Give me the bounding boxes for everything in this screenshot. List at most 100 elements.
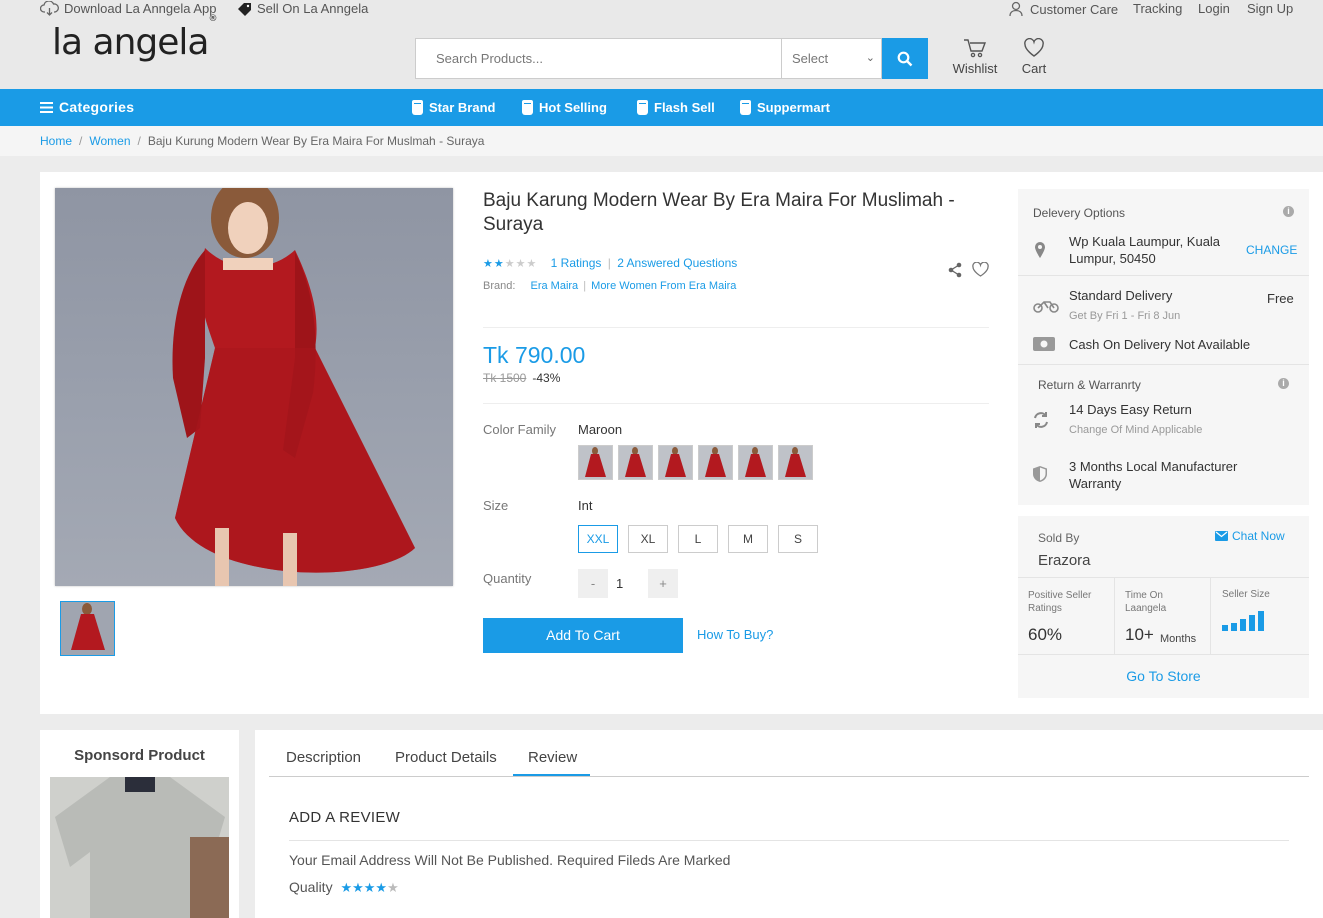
categories-menu[interactable]: Categories [40,89,134,126]
size-option-m[interactable]: M [728,525,768,553]
nav-suppermart[interactable]: Suppermart [740,89,830,126]
quantity-increment[interactable]: + [648,569,678,598]
delivery-title: Delevery Options [1033,206,1126,220]
search-button[interactable] [882,38,928,79]
motorbike-icon [1033,301,1059,313]
tab-review[interactable]: Review [528,749,577,766]
size-option-l[interactable]: L [678,525,718,553]
cart-button[interactable]: Cart [1015,37,1053,76]
old-price-row: Tk 1500 -43% [483,371,561,385]
size-label: Size [483,498,509,513]
breadcrumb-women[interactable]: Women [89,134,130,148]
breadcrumb: Home / Women / Baju Kurung Modern Wear By Er… [0,126,1323,156]
color-swatch[interactable] [618,445,653,480]
questions-link[interactable]: 2 Answered Questions [617,256,737,270]
tracking-link[interactable]: Tracking [1133,1,1182,16]
brand-link[interactable]: Era Maira [530,280,578,292]
nav-flash-sell[interactable]: Flash Sell [637,89,715,126]
site-logo[interactable]: la angela® [52,14,217,63]
dress-swatch [705,447,726,477]
customer-care-link[interactable]: Customer Care [1009,1,1118,17]
shirt-photo [50,777,229,918]
product-image[interactable] [55,188,453,586]
divider [483,403,989,404]
share-icon[interactable] [947,262,963,278]
delivery-price: Free [1267,291,1294,306]
product-meta: ★★★★★ 1 Ratings | 2 Answered Questions [483,256,738,270]
dress-swatch [785,447,806,477]
tab-divider [269,776,1309,777]
breadcrumb-current: Baju Kurung Modern Wear By Era Maira For… [147,134,485,148]
rating-stars: ★★★★★ [483,258,538,270]
seller-name[interactable]: Erazora [1038,552,1091,569]
category-select[interactable]: Select ⌄ [782,38,882,79]
size-option-xl[interactable]: XL [628,525,668,553]
shield-icon [1033,466,1047,482]
product-title: Baju Karung Modern Wear By Era Maira For… [483,190,955,235]
quantity-decrement[interactable]: - [578,569,608,598]
sell-on-link[interactable]: Sell On La Anngela [237,1,368,16]
nav-hot-selling[interactable]: Hot Selling [522,89,607,126]
cup-icon [522,100,533,115]
brand-row: Brand: Era Maira | More Women From Era M… [483,280,737,292]
change-location-button[interactable]: CHANGE [1246,243,1297,257]
delivery-panel: Delevery Options i Wp Kuala Laumpur, Kua… [1018,189,1309,505]
time-on-label: Time On Laangela [1125,590,1167,614]
color-swatch[interactable] [658,445,693,480]
dress-swatch [665,447,686,477]
time-on-value: 10+ [1125,625,1154,644]
color-swatch[interactable] [778,445,813,480]
tab-active-indicator [513,774,590,776]
sold-by-label: Sold By [1038,531,1080,545]
cash-icon [1033,337,1055,351]
login-link[interactable]: Login [1198,1,1230,16]
color-swatch[interactable] [738,445,773,480]
product-thumbnail[interactable] [60,601,115,656]
category-nav: Categories Star Brand Hot Selling Flash … [0,89,1323,126]
quantity-value[interactable]: 1 [616,576,623,591]
delivery-eta: Get By Fri 1 - Fri 8 Jun [1069,310,1181,322]
sponsored-title: Sponsord Product [74,747,205,764]
user-icon [1009,1,1023,17]
tab-product-details[interactable]: Product Details [395,749,497,766]
more-from-link[interactable]: More Women From Era Maira [591,280,736,292]
seller-panel: Sold By Erazora Chat Now Positive Seller… [1018,516,1309,698]
color-swatch[interactable] [578,445,613,480]
size-option-s[interactable]: S [778,525,818,553]
info-icon[interactable]: i [1278,378,1289,389]
wishlist-button[interactable]: Wishlist [952,38,998,76]
info-icon[interactable]: i [1283,206,1294,217]
nav-star-brand[interactable]: Star Brand [412,89,495,126]
sponsored-product: Sponsord Product [40,730,239,918]
chevron-down-icon: ⌄ [865,52,875,64]
return-days: 14 Days Easy Return [1069,402,1192,417]
tab-description[interactable]: Description [286,749,361,766]
divider [483,327,989,328]
dress-swatch [585,447,606,477]
heart-icon[interactable] [972,262,989,277]
how-to-buy-link[interactable]: How To Buy? [697,627,773,642]
download-app-link[interactable]: Download La Anngela App [40,1,217,16]
size-option-xxl[interactable]: XXL [578,525,618,553]
dress-swatch [745,447,766,477]
color-label: Color Family [483,422,556,437]
standard-delivery: Standard Delivery [1069,288,1173,303]
chat-now-button[interactable]: Chat Now [1215,529,1285,543]
color-swatch[interactable] [698,445,733,480]
breadcrumb-home[interactable]: Home [40,134,72,148]
search-input[interactable]: Search Products... [415,38,782,79]
cart-icon [964,39,987,58]
cup-icon [740,100,751,115]
sponsored-image[interactable] [50,777,229,918]
go-to-store-link[interactable]: Go To Store [1018,668,1309,684]
warranty-text: 3 Months Local Manufacturer Warranty [1069,459,1238,491]
positive-ratings-label: Positive Seller Ratings [1028,590,1092,614]
cash-on-delivery: Cash On Delivery Not Available [1069,337,1251,352]
quality-stars[interactable]: ★★★★★ [340,880,398,895]
menu-icon [40,102,53,113]
signup-link[interactable]: Sign Up [1247,1,1293,16]
top-header: Download La Anngela App Sell On La Annge… [0,0,1323,89]
ratings-link[interactable]: 1 Ratings [551,256,602,270]
return-note: Change Of Mind Applicable [1069,424,1203,436]
add-to-cart-button[interactable]: Add To Cart [483,618,683,653]
